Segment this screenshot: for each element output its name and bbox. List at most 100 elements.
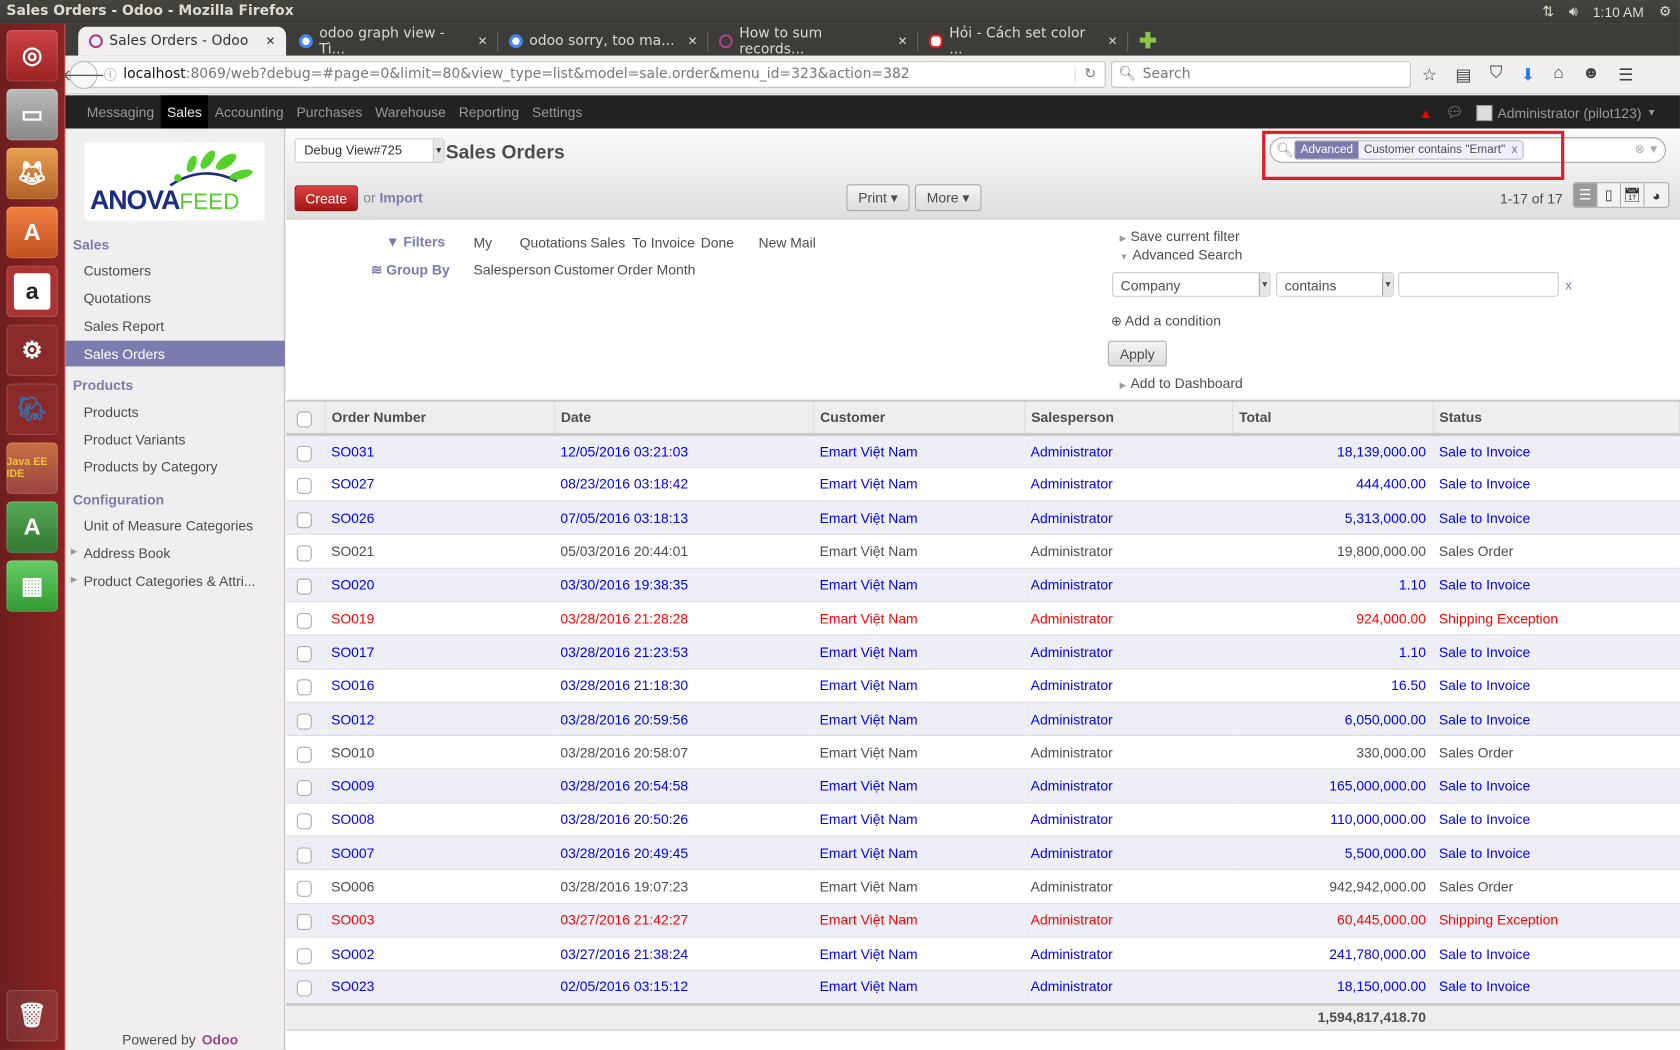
- row-checkbox[interactable]: [296, 880, 312, 897]
- table-row[interactable]: SO016 03/28/2016 21:18:30 Emart Việt Nam Ad…: [286, 669, 1680, 703]
- row-checkbox[interactable]: [296, 679, 312, 696]
- chat-icon[interactable]: 💬︎: [1446, 104, 1464, 121]
- close-tab-icon[interactable]: ✕: [265, 34, 275, 48]
- eclipse-javaee-icon[interactable]: Java EE IDE: [6, 442, 58, 494]
- row-checkbox[interactable]: [296, 746, 312, 763]
- debug-view-select[interactable]: Debug View#725 ▼: [294, 138, 445, 163]
- row-checkbox[interactable]: [296, 612, 312, 629]
- groupby-order-month[interactable]: Order Month: [617, 261, 695, 277]
- table-row[interactable]: SO020 03/30/2016 19:38:35 Emart Việt Nam Ad…: [286, 568, 1680, 602]
- volume-icon[interactable]: 🔊︎: [1569, 3, 1578, 20]
- table-row[interactable]: SO007 03/28/2016 20:49:45 Emart Việt Nam Ad…: [286, 836, 1680, 870]
- filter-new-mail[interactable]: New Mail: [759, 235, 816, 251]
- expand-triangle-icon[interactable]: ▶: [71, 546, 78, 556]
- row-checkbox[interactable]: [296, 780, 312, 797]
- close-tab-icon[interactable]: ✕: [688, 34, 698, 48]
- sidebar-item-sales-orders[interactable]: Sales Orders: [65, 340, 285, 367]
- table-row[interactable]: SO017 03/28/2016 21:23:53 Emart Việt Nam Ad…: [286, 635, 1680, 669]
- browser-tab[interactable]: How to sum records... ✕: [708, 25, 919, 57]
- sidebar-item-uom-categories[interactable]: Unit of Measure Categories: [65, 512, 285, 538]
- home-icon[interactable]: ⌂: [1553, 64, 1563, 85]
- url-bar[interactable]: 🡐 ⓘ localhost :8069/web?debug=#page=0&li…: [62, 60, 1106, 89]
- pager-value[interactable]: 1-17 of 17: [1500, 191, 1563, 207]
- calendar-view-icon[interactable]: 📅︎: [1621, 183, 1645, 207]
- reload-icon[interactable]: ↻: [1074, 66, 1096, 83]
- back-arrow-icon[interactable]: 🡐: [62, 60, 105, 89]
- odoo-link[interactable]: Odoo: [202, 1032, 238, 1048]
- table-row[interactable]: SO031 12/05/2016 03:21:03 Emart Việt Nam Ad…: [286, 433, 1680, 468]
- row-checkbox[interactable]: [296, 445, 312, 462]
- table-row[interactable]: SO026 07/05/2016 03:18:13 Emart Việt Nam Ad…: [286, 500, 1680, 535]
- search-options-toggle[interactable]: ⊗ ▼: [1635, 142, 1660, 157]
- row-checkbox[interactable]: [296, 478, 312, 495]
- postgresql-icon[interactable]: 🐘︎: [6, 383, 58, 435]
- col-total[interactable]: Total: [1232, 400, 1433, 434]
- row-checkbox[interactable]: [296, 813, 312, 830]
- table-row[interactable]: SO021 05/03/2016 20:44:01 Emart Việt Nam Ad…: [286, 535, 1680, 569]
- row-checkbox[interactable]: [296, 980, 312, 997]
- network-icon[interactable]: ⇅: [1542, 3, 1554, 20]
- menu-settings[interactable]: Settings: [526, 95, 589, 128]
- sidebar-item-product-categories[interactable]: ▶ Product Categories & Attri...: [65, 568, 285, 594]
- table-row[interactable]: SO002 03/27/2016 21:38:24 Emart Việt Nam Ad…: [286, 937, 1680, 971]
- close-tab-icon[interactable]: ✕: [1108, 34, 1118, 48]
- table-row[interactable]: SO006 03/28/2016 19:07:23 Emart Việt Nam Ad…: [286, 870, 1680, 904]
- col-status[interactable]: Status: [1432, 400, 1680, 434]
- condition-field-select[interactable]: Company ▼: [1112, 272, 1271, 297]
- browser-tab[interactable]: Hỏi - Cách set color ... ✕: [918, 25, 1129, 57]
- trash-icon[interactable]: 🗑︎: [6, 989, 58, 1042]
- row-checkbox[interactable]: [296, 545, 312, 562]
- amazon-icon[interactable]: a: [6, 265, 58, 318]
- row-checkbox[interactable]: [296, 511, 312, 528]
- table-row[interactable]: SO019 03/28/2016 21:28:28 Emart Việt Nam Ad…: [286, 602, 1680, 636]
- filter-done[interactable]: Done: [701, 235, 734, 251]
- software-center-icon[interactable]: A: [6, 206, 58, 259]
- create-button[interactable]: Create: [294, 185, 358, 212]
- expand-triangle-icon[interactable]: ▶: [71, 574, 78, 584]
- select-all-checkbox[interactable]: [296, 411, 312, 428]
- save-current-filter-toggle[interactable]: ▶ Save current filter: [1120, 228, 1240, 244]
- groupby-salesperson[interactable]: Salesperson: [474, 261, 551, 277]
- add-to-dashboard-toggle[interactable]: ▶ Add to Dashboard: [1120, 375, 1243, 391]
- warning-icon[interactable]: ▲: [1419, 104, 1433, 120]
- power-icon[interactable]: ⚙: [1659, 3, 1671, 20]
- user-menu[interactable]: Administrator (pilot123) ▼: [1476, 104, 1656, 121]
- close-tab-icon[interactable]: ✕: [898, 34, 908, 48]
- sidebar-item-sales-report[interactable]: Sales Report: [65, 313, 285, 339]
- files-icon[interactable]: ▭: [6, 88, 58, 141]
- table-row[interactable]: SO008 03/28/2016 20:50:26 Emart Việt Nam Ad…: [286, 803, 1680, 837]
- software-updater-icon[interactable]: A: [6, 501, 58, 553]
- apply-button[interactable]: Apply: [1107, 340, 1167, 367]
- table-row[interactable]: SO027 08/23/2016 03:18:42 Emart Việt Nam Ad…: [286, 467, 1680, 501]
- system-settings-icon[interactable]: ⚙: [6, 324, 58, 377]
- row-checkbox[interactable]: [296, 914, 312, 931]
- col-date[interactable]: Date: [553, 400, 814, 434]
- add-condition-button[interactable]: ⊕ Add a condition: [1111, 313, 1221, 329]
- sidebar-item-products-by-category[interactable]: Products by Category: [65, 453, 285, 479]
- filter-to-invoice[interactable]: To Invoice: [632, 235, 695, 251]
- filter-quotations[interactable]: Quotations: [520, 235, 587, 251]
- menu-accounting[interactable]: Accounting: [208, 95, 290, 128]
- spreadsheet-icon[interactable]: ▦: [6, 560, 58, 612]
- browser-tab[interactable]: Sales Orders - Odoo ✕: [78, 26, 287, 56]
- form-view-icon[interactable]: ▯: [1597, 183, 1622, 207]
- hamburger-menu-icon[interactable]: ☰: [1618, 64, 1633, 85]
- table-row[interactable]: SO010 03/28/2016 20:58:07 Emart Việt Nam Ad…: [286, 736, 1680, 770]
- filter-my[interactable]: My: [474, 235, 493, 251]
- company-logo[interactable]: ANOVAFEED: [84, 142, 265, 221]
- condition-value-input[interactable]: [1398, 272, 1559, 297]
- menu-sales[interactable]: Sales: [160, 95, 209, 129]
- reading-list-icon[interactable]: ▤: [1455, 64, 1471, 85]
- filter-sales[interactable]: Sales: [590, 235, 625, 251]
- sidebar-item-address-book[interactable]: ▶ Address Book: [65, 540, 285, 566]
- menu-purchases[interactable]: Purchases: [290, 95, 369, 128]
- remove-condition-button[interactable]: x: [1565, 277, 1571, 292]
- ubuntu-dash-icon[interactable]: ◎: [6, 29, 58, 82]
- browser-search-input[interactable]: 🔍︎ Search: [1111, 61, 1412, 88]
- clock[interactable]: 1:10 AM: [1593, 4, 1644, 20]
- close-tab-icon[interactable]: ✕: [478, 34, 488, 48]
- sidebar-item-products[interactable]: Products: [65, 399, 285, 425]
- groupby-customer[interactable]: Customer: [554, 261, 614, 277]
- downloads-icon[interactable]: ⬇: [1521, 64, 1535, 85]
- menu-warehouse[interactable]: Warehouse: [369, 95, 453, 128]
